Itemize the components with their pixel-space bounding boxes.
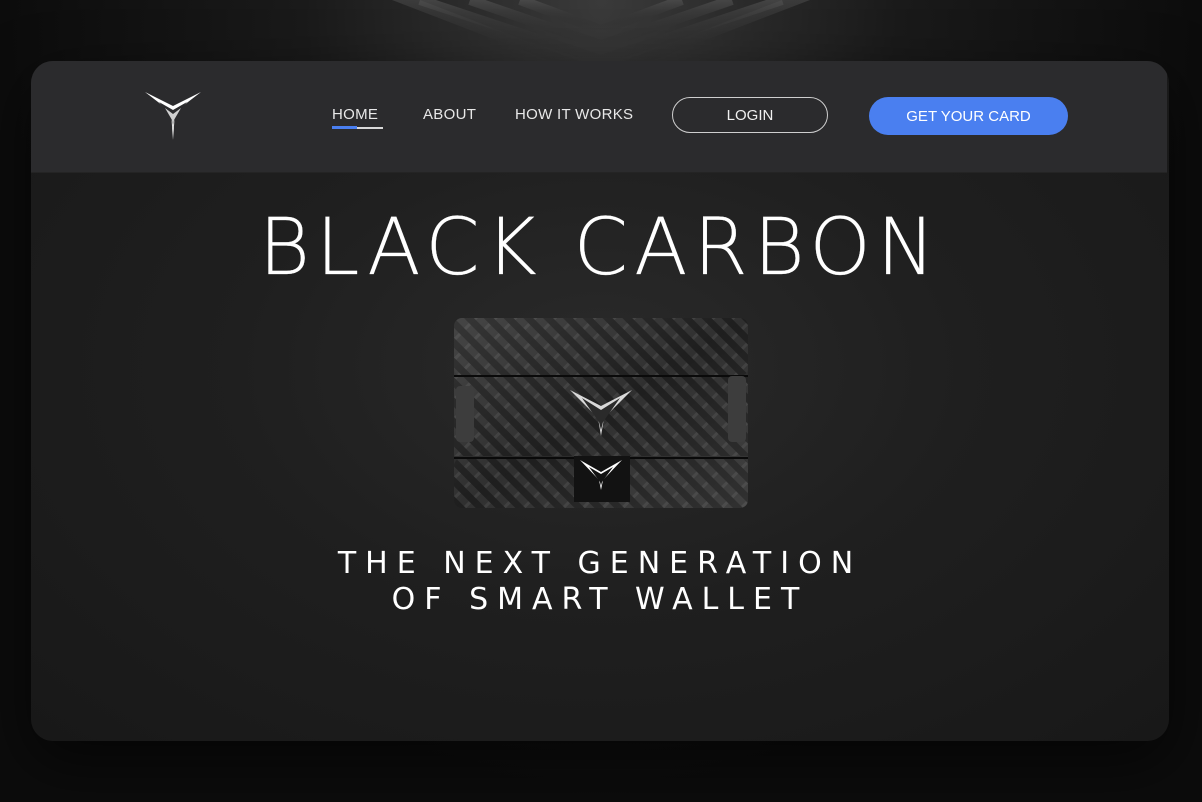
hero-tagline: THE NEXT GENERATION OF SMART WALLET [31,546,1169,618]
hero-title-text: BLACK CARBON [258,203,942,293]
brand-logo-icon[interactable] [145,90,201,140]
nav-about-link[interactable]: ABOUT [423,106,476,123]
tagline-line-2: OF SMART WALLET [391,582,809,617]
top-navbar: HOME ABOUT HOW IT WORKS LOGIN GET YOUR C… [31,61,1167,173]
get-your-card-button[interactable]: GET YOUR CARD [869,97,1068,135]
carbon-wallet-image [454,318,748,508]
landing-page-window: HOME ABOUT HOW IT WORKS LOGIN GET YOUR C… [31,61,1169,741]
login-button[interactable]: LOGIN [672,97,828,133]
home-active-accent [332,126,357,129]
hero-title: BLACK CARBON [31,209,1169,287]
tagline-line-1: THE NEXT GENERATION [337,546,863,581]
nav-home-link[interactable]: HOME [332,106,378,123]
nav-how-it-works-link[interactable]: HOW IT WORKS [515,106,633,123]
